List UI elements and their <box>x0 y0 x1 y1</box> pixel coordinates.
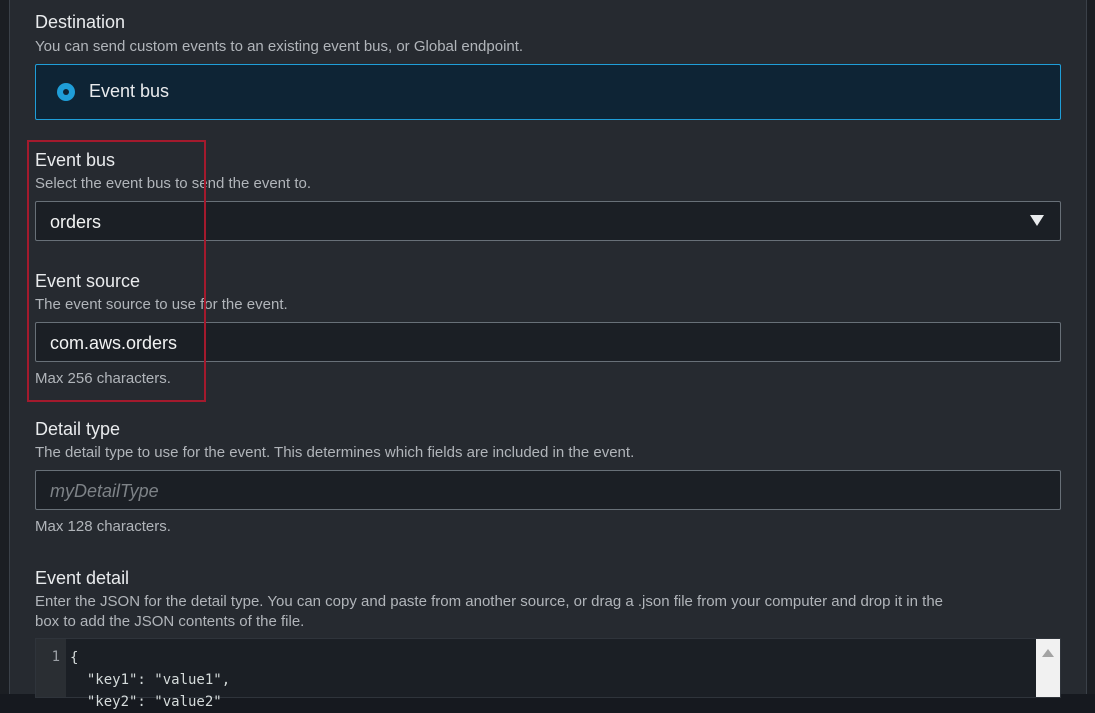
scroll-up-arrow-icon[interactable] <box>1042 649 1054 657</box>
destination-description: You can send custom events to an existin… <box>35 38 524 55</box>
page-margin-right <box>1087 0 1095 694</box>
event-detail-label: Event detail <box>35 568 130 588</box>
page-margin-left <box>0 0 9 694</box>
event-detail-description-line2: box to add the JSON contents of the file… <box>35 613 305 630</box>
detail-type-placeholder: myDetailType <box>50 481 159 501</box>
highlight-box <box>27 140 206 402</box>
detail-type-hint: Max 128 characters. <box>35 518 171 535</box>
json-code[interactable]: { "key1": "value1", "key2": "value2" <box>70 647 230 713</box>
editor-gutter: 1 <box>36 639 66 697</box>
detail-type-label: Detail type <box>35 419 121 439</box>
line-number: 1 <box>51 649 60 665</box>
detail-type-description: The detail type to use for the event. Th… <box>35 444 635 461</box>
event-bus-radio-card[interactable]: Event bus <box>35 64 1061 120</box>
event-bus-radio-label: Event bus <box>89 81 170 101</box>
destination-label: Destination <box>35 12 126 32</box>
caret-down-icon <box>1030 215 1044 226</box>
detail-type-input[interactable]: myDetailType <box>35 470 1061 510</box>
event-detail-description-line1: Enter the JSON for the detail type. You … <box>35 593 944 610</box>
editor-scrollbar[interactable] <box>1036 639 1060 697</box>
radio-selected-icon[interactable] <box>57 83 75 101</box>
json-editor[interactable]: 1 { "key1": "value1", "key2": "value2" <box>35 638 1061 710</box>
